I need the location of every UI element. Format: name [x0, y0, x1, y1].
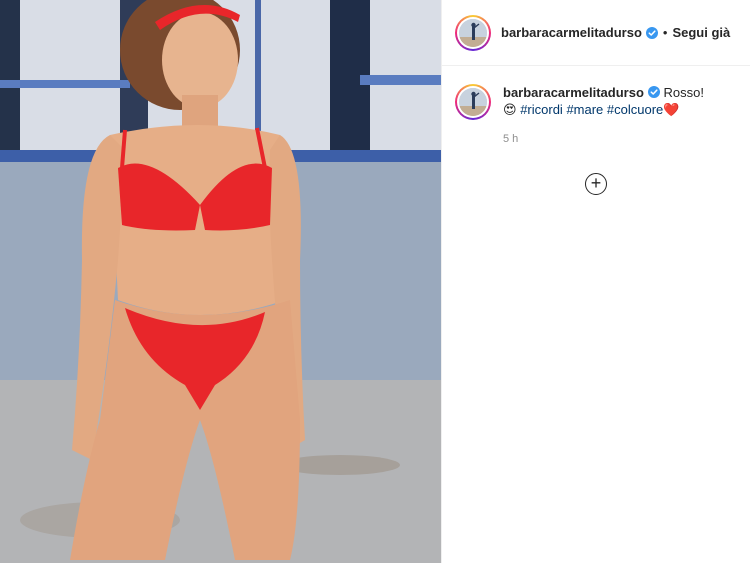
header-username[interactable]: barbaracarmelitadurso	[501, 25, 642, 40]
verified-badge-icon	[645, 26, 658, 39]
post-timestamp[interactable]: 5 h	[503, 131, 704, 148]
caption-text: Rosso!	[663, 85, 704, 100]
hashtag-ricordi[interactable]: #ricordi	[520, 102, 563, 117]
avatar[interactable]	[455, 14, 491, 51]
post-caption: barbaracarmelitadurso Rosso! 😍 #ricordi …	[442, 66, 750, 148]
caption-avatar[interactable]	[455, 84, 491, 120]
caption-username[interactable]: barbaracarmelitadurso	[503, 85, 644, 100]
plus-circle-icon: +	[590, 173, 602, 193]
post-photo[interactable]	[0, 0, 441, 563]
heart-eyes-emoji-icon: 😍	[503, 103, 517, 118]
caption-verified-badge-icon	[647, 86, 660, 98]
hashtag-mare[interactable]: #mare	[566, 102, 603, 117]
load-more-comments-button[interactable]: +	[585, 173, 607, 195]
post-header: barbaracarmelitadurso • Segui già	[442, 0, 750, 66]
header-separator: •	[662, 25, 668, 40]
following-button[interactable]: Segui già	[672, 25, 730, 40]
photo-image	[0, 0, 441, 563]
post-sidebar: barbaracarmelitadurso • Segui già barbar…	[442, 0, 750, 563]
caption-avatar-image	[459, 88, 487, 116]
avatar-image	[459, 18, 487, 47]
hashtag-colcuore[interactable]: #colcuore	[607, 102, 663, 117]
red-heart-emoji-icon: ❤️	[663, 103, 680, 118]
caption-body: barbaracarmelitadurso Rosso! 😍 #ricordi …	[503, 84, 704, 148]
